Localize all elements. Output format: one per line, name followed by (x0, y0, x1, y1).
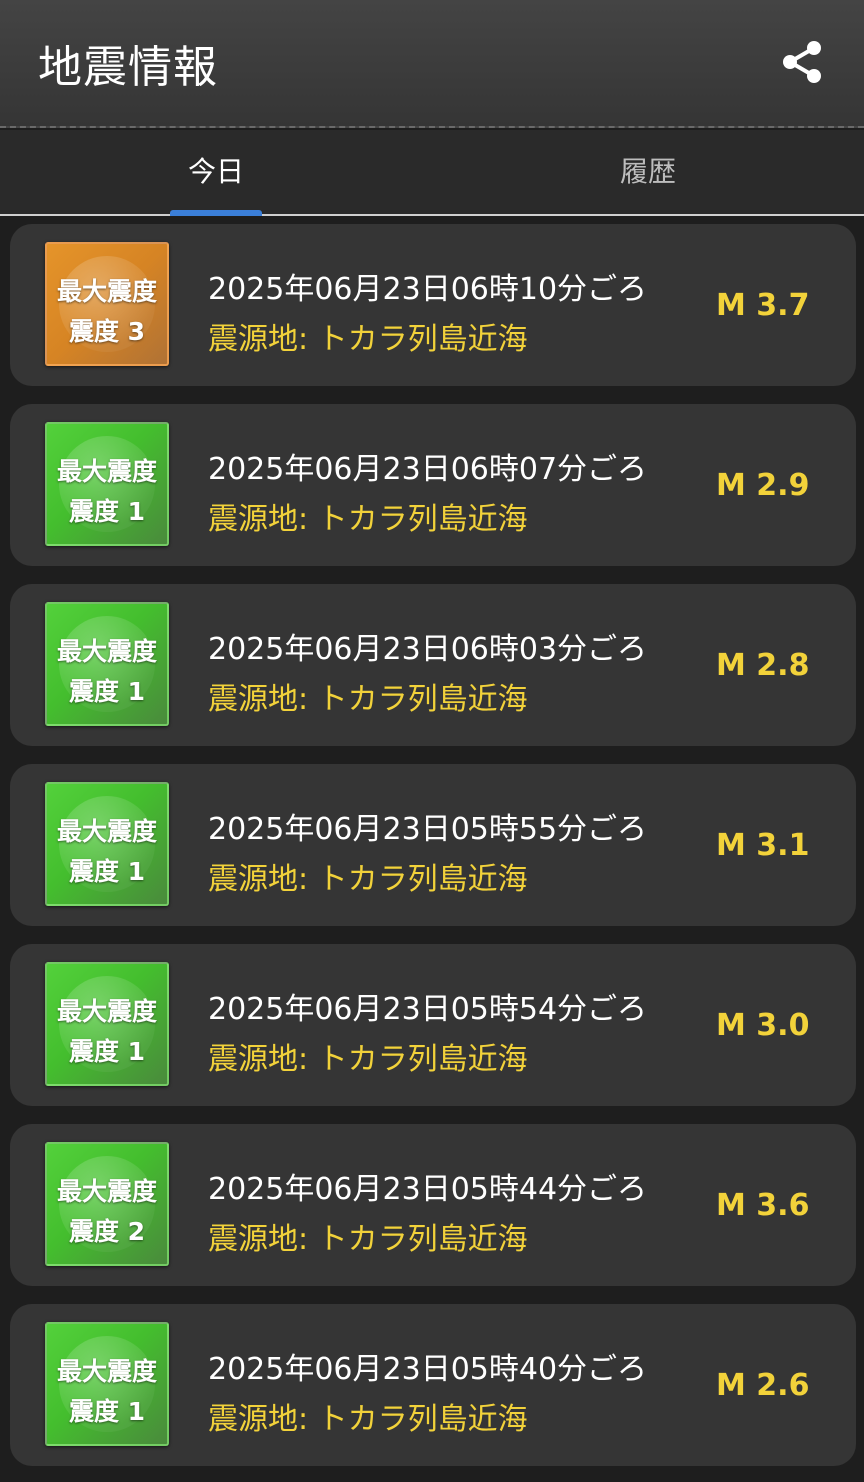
quake-magnitude: M 3.0 (716, 1008, 810, 1043)
quake-epicenter: 震源地: トカラ列島近海 (208, 322, 528, 357)
quake-magnitude: M 3.6 (716, 1188, 810, 1223)
quake-epicenter: 震源地: トカラ列島近海 (208, 862, 528, 897)
badge-title: 最大震度 (56, 817, 157, 846)
intensity-badge: 最大震度 震度 2 (45, 1142, 169, 1266)
intensity-badge: 最大震度 震度 1 (45, 602, 169, 726)
badge-intensity: 震度 1 (68, 497, 146, 526)
badge-title: 最大震度 (56, 997, 157, 1026)
badge-title: 最大震度 (56, 457, 157, 486)
quake-magnitude: M 2.9 (716, 468, 810, 503)
badge-intensity: 震度 2 (68, 1217, 146, 1246)
quake-magnitude: M 2.6 (716, 1368, 810, 1403)
earthquake-card[interactable]: 最大震度 震度 1 2025年06月23日06時03分ごろ 震源地: トカラ列島… (10, 584, 856, 746)
badge-intensity: 震度 3 (68, 317, 146, 346)
earthquake-card[interactable]: 最大震度 震度 3 2025年06月23日06時10分ごろ 震源地: トカラ列島… (10, 224, 856, 386)
intensity-badge: 最大震度 震度 1 (45, 1322, 169, 1446)
quake-time: 2025年06月23日05時44分ごろ (208, 1172, 648, 1207)
earthquake-card[interactable]: 最大震度 震度 1 2025年06月23日05時55分ごろ 震源地: トカラ列島… (10, 764, 856, 926)
quake-time: 2025年06月23日05時40分ごろ (208, 1352, 648, 1387)
quake-magnitude: M 3.7 (716, 288, 810, 323)
quake-time: 2025年06月23日05時55分ごろ (208, 812, 648, 847)
tab-indicator (170, 210, 262, 216)
quake-magnitude: M 2.8 (716, 648, 810, 683)
earthquake-card[interactable]: 最大震度 震度 1 2025年06月23日05時54分ごろ 震源地: トカラ列島… (10, 944, 856, 1106)
tab-today[interactable]: 今日 (0, 130, 432, 214)
intensity-badge: 最大震度 震度 1 (45, 422, 169, 546)
app-bar: 地震情報 (0, 0, 864, 128)
quake-time: 2025年06月23日06時10分ごろ (208, 272, 648, 307)
badge-intensity: 震度 1 (68, 857, 146, 886)
badge-intensity: 震度 1 (68, 1037, 146, 1066)
badge-title: 最大震度 (56, 1357, 157, 1386)
intensity-badge: 最大震度 震度 1 (45, 782, 169, 906)
quake-epicenter: 震源地: トカラ列島近海 (208, 1402, 528, 1437)
earthquake-card[interactable]: 最大震度 震度 1 2025年06月23日05時40分ごろ 震源地: トカラ列島… (10, 1304, 856, 1466)
badge-title: 最大震度 (56, 637, 157, 666)
badge-intensity: 震度 1 (68, 1397, 146, 1426)
quake-epicenter: 震源地: トカラ列島近海 (208, 502, 528, 537)
tab-bar: 今日 履歴 (0, 130, 864, 216)
badge-title: 最大震度 (56, 1177, 157, 1206)
badge-title: 最大震度 (56, 277, 157, 306)
earthquake-card[interactable]: 最大震度 震度 1 2025年06月23日06時07分ごろ 震源地: トカラ列島… (10, 404, 856, 566)
intensity-badge: 最大震度 震度 3 (45, 242, 169, 366)
app-title: 地震情報 (38, 42, 218, 93)
quake-epicenter: 震源地: トカラ列島近海 (208, 682, 528, 717)
quake-epicenter: 震源地: トカラ列島近海 (208, 1222, 528, 1257)
intensity-badge: 最大震度 震度 1 (45, 962, 169, 1086)
earthquake-card[interactable]: 最大震度 震度 2 2025年06月23日05時44分ごろ 震源地: トカラ列島… (10, 1124, 856, 1286)
badge-intensity: 震度 1 (68, 677, 146, 706)
share-icon[interactable] (778, 38, 826, 86)
quake-time: 2025年06月23日05時54分ごろ (208, 992, 648, 1027)
quake-epicenter: 震源地: トカラ列島近海 (208, 1042, 528, 1077)
quake-magnitude: M 3.1 (716, 828, 810, 863)
tab-history[interactable]: 履歴 (432, 130, 864, 214)
quake-time: 2025年06月23日06時03分ごろ (208, 632, 648, 667)
quake-time: 2025年06月23日06時07分ごろ (208, 452, 648, 487)
